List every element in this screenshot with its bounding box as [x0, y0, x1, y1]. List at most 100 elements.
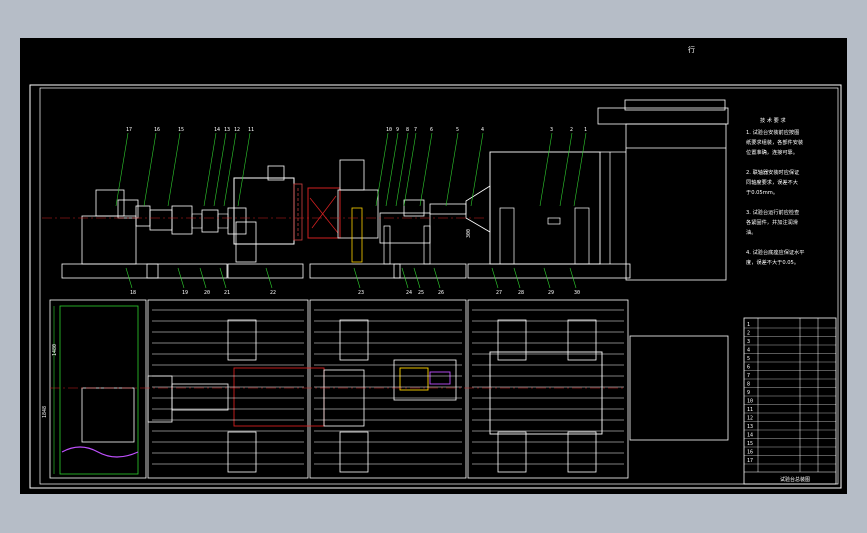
- balloon-label: 19: [182, 290, 188, 296]
- balloon-label: 25: [418, 290, 424, 296]
- balloon-label: 4: [481, 127, 484, 133]
- balloon-label: 8: [406, 127, 409, 133]
- cad-drawing-viewport[interactable]: 行 17 16 15 14 13 12 11 10 9 8 7 6 5 4 3 …: [20, 38, 847, 494]
- inner-frame: [39, 87, 839, 485]
- balloon-label: 13: [224, 127, 230, 133]
- balloon-label: 15: [178, 127, 184, 133]
- balloon-top: 14: [203, 127, 220, 207]
- balloon-bottom: 29: [543, 267, 554, 296]
- balloon-bottom: 19: [177, 267, 188, 296]
- balloon-label: 29: [548, 290, 554, 296]
- title-block-row: 2: [747, 331, 750, 337]
- balloon-top: 12: [223, 127, 240, 207]
- title-block-row: 6: [747, 365, 750, 371]
- balloon-top: 8: [395, 127, 409, 207]
- balloon-label: 11: [248, 127, 254, 133]
- balloon-label: 18: [130, 290, 136, 296]
- left-height-dimension: 1480: [52, 344, 58, 356]
- balloon-label: 30: [574, 290, 580, 296]
- title-block-row: 12: [747, 416, 753, 422]
- balloon-label: 14: [214, 127, 220, 133]
- balloon-bottom: 21: [219, 267, 230, 296]
- balloon-label: 26: [438, 290, 444, 296]
- note-line: 度，误差不大于0.05。: [746, 258, 799, 266]
- balloon-top: 1: [573, 127, 587, 207]
- balloon-label: 5: [456, 127, 459, 133]
- balloon-label: 3: [550, 127, 553, 133]
- balloon-bottom: 20: [199, 267, 210, 296]
- balloon-label: 2: [570, 127, 573, 133]
- balloon-top: 7: [403, 127, 417, 207]
- balloon-bottom: 22: [265, 267, 276, 296]
- balloon-top: 9: [385, 127, 399, 207]
- note-line: 同轴度要求，误差不大: [746, 178, 798, 186]
- balloon-label: 16: [154, 127, 160, 133]
- note-line: 1. 试验台安装前应按图: [746, 128, 799, 136]
- balloon-bottom: 28: [513, 267, 524, 296]
- note-line: 3. 试验台运行前应检查: [746, 208, 799, 216]
- balloon-top: 6: [419, 127, 433, 207]
- note-line: 4. 试验台底座应保证水平: [746, 248, 804, 256]
- cad-drawing: 行 17 16 15 14 13 12 11 10 9 8 7 6 5 4 3 …: [29, 45, 842, 489]
- balloon-top: 10: [375, 127, 392, 207]
- balloon-label: 6: [430, 127, 433, 133]
- title-block: 试验台总装图 1234567891011121314151617: [743, 317, 837, 485]
- balloon-bottom: 25: [413, 267, 424, 296]
- balloon-bottom: 30: [569, 267, 580, 296]
- balloon-bottom: 24: [401, 267, 412, 296]
- title-block-row: 7: [747, 373, 750, 379]
- balloon-top: 15: [167, 127, 184, 207]
- note-line: 油。: [746, 228, 756, 236]
- technical-notes: 技 术 要 求 1. 试验台安装前应按图纸要求组装，各部件安装位置准确，连接可靠…: [746, 116, 804, 266]
- balloon-top: 2: [559, 127, 573, 207]
- balloon-bottom: 23: [353, 267, 364, 296]
- elevation-view: [42, 99, 729, 281]
- title-block-row: 16: [747, 450, 753, 456]
- balloon-top: 13: [213, 127, 230, 207]
- balloon-label: 9: [396, 127, 399, 133]
- title-block-row: 3: [747, 339, 750, 345]
- balloon-label: 24: [406, 290, 412, 296]
- note-line: 位置准确，连接可靠。: [746, 148, 798, 156]
- balloon-label: 12: [234, 127, 240, 133]
- title-block-row: 17: [747, 458, 753, 464]
- balloon-top: 16: [143, 127, 160, 207]
- note-line: 纸要求组装，各部件安装: [746, 138, 803, 146]
- balloon-top: 11: [237, 127, 254, 207]
- title-block-row: 15: [747, 441, 753, 447]
- balloon-top: 3: [539, 127, 553, 207]
- mid-dimension: 300: [466, 229, 472, 238]
- note-line: 于0.05mm。: [746, 189, 778, 196]
- vertical-dimension: 1848: [42, 406, 48, 418]
- title-block-row: 5: [747, 356, 750, 362]
- title-block-row: 1: [747, 322, 750, 328]
- note-line: 各紧固件，并加注润滑: [746, 218, 798, 226]
- title-block-footer: 试验台总装图: [780, 476, 810, 483]
- title-block-row: 14: [747, 433, 753, 439]
- balloon-label: 23: [358, 290, 364, 296]
- title-block-row: 4: [747, 348, 750, 354]
- balloon-top: 5: [445, 127, 459, 207]
- note-line: 2. 联轴器安装时应保证: [746, 168, 799, 176]
- balloon-label: 17: [126, 127, 132, 133]
- balloon-bottom: 27: [491, 267, 502, 296]
- balloon-bottom: 18: [125, 267, 136, 296]
- title-block-row: 11: [747, 407, 753, 413]
- balloon-label: 22: [270, 290, 276, 296]
- balloon-label: 21: [224, 290, 230, 296]
- balloon-label: 27: [496, 290, 502, 296]
- title-block-row: 10: [747, 399, 753, 405]
- notes-title: 技 术 要 求: [760, 116, 787, 124]
- balloon-bottom: 26: [433, 267, 444, 296]
- title-block-row: 13: [747, 424, 753, 430]
- title-block-row: 9: [747, 390, 750, 396]
- balloon-label: 1: [584, 127, 587, 133]
- outer-frame: [29, 84, 842, 489]
- plate-slots: [152, 309, 624, 465]
- plan-view: [49, 299, 729, 479]
- balloon-label: 7: [414, 127, 417, 133]
- balloon-label: 10: [386, 127, 392, 133]
- title-block-row: 8: [747, 382, 750, 388]
- sheet-mark: 行: [688, 45, 695, 54]
- balloon-label: 28: [518, 290, 524, 296]
